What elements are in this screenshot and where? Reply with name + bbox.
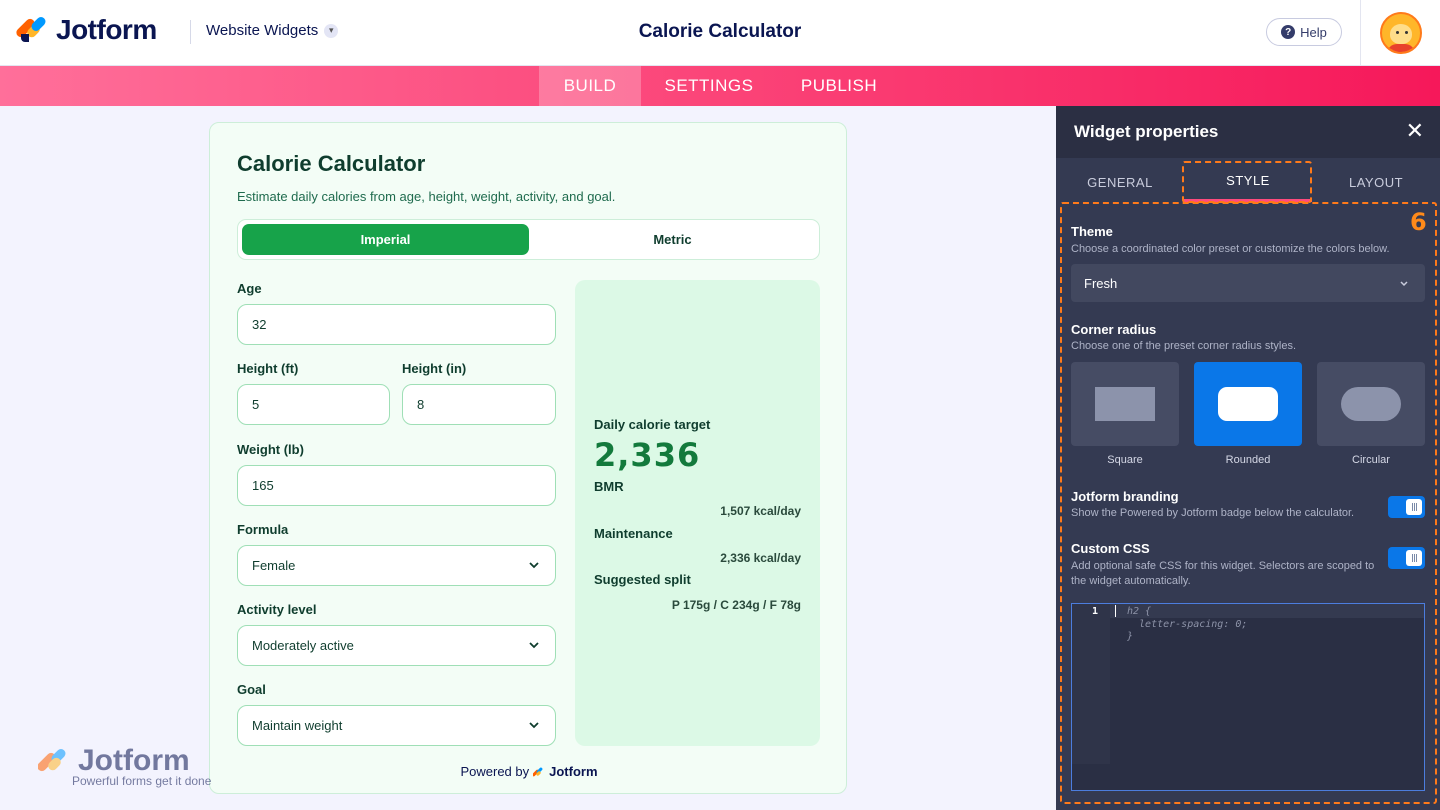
tab-layout[interactable]: LAYOUT	[1312, 162, 1440, 202]
chevron-down-icon	[1400, 281, 1408, 287]
code-line: }	[1127, 631, 1134, 642]
product-switcher[interactable]: Website Widgets ▾	[206, 22, 339, 39]
radius-circular-option[interactable]	[1317, 362, 1425, 446]
tab-general[interactable]: GENERAL	[1056, 162, 1184, 202]
toggle-knob	[1406, 499, 1422, 515]
jotform-logo-icon	[38, 749, 66, 772]
chevron-down-icon	[529, 562, 539, 569]
chevron-down-icon: ▾	[324, 23, 339, 38]
help-button[interactable]: ? Help	[1266, 18, 1342, 46]
result-panel: Daily calorie target 2,336 BMR 1,507 kca…	[575, 280, 820, 746]
top-bar: Jotform Website Widgets ▾ Calorie Calcul…	[0, 0, 1440, 66]
split-label: Suggested split	[594, 572, 691, 587]
square-shape-icon	[1095, 387, 1155, 421]
tab-settings[interactable]: SETTINGS	[654, 66, 764, 106]
radius-square-option[interactable]	[1071, 362, 1179, 446]
editor-gutter	[1072, 604, 1110, 764]
product-name: Website Widgets	[206, 22, 319, 39]
text-cursor	[1115, 605, 1116, 617]
theme-title: Theme	[1071, 224, 1113, 239]
formula-select[interactable]: Female	[237, 545, 556, 586]
panel-header: Widget properties ✕	[1056, 106, 1440, 158]
bmr-value: 1,507 kcal/day	[720, 504, 801, 518]
target-value: 2,336	[594, 436, 701, 474]
jotform-logo[interactable]: Jotform	[14, 14, 157, 46]
branding-toggle[interactable]	[1388, 496, 1425, 518]
css-code-editor[interactable]: 1 h2 { letter-spacing: 0; }	[1071, 603, 1425, 791]
height-in-label: Height (in)	[402, 361, 467, 376]
bmr-label: BMR	[594, 479, 624, 494]
radius-square-label: Square	[1107, 454, 1143, 466]
radius-circular-label: Circular	[1352, 454, 1390, 466]
toggle-knob	[1406, 550, 1422, 566]
step-number-badge: 6	[1410, 208, 1427, 236]
rounded-shape-icon	[1218, 387, 1278, 421]
goal-label: Goal	[237, 682, 266, 697]
powered-by-badge[interactable]: Powered by Jotform	[210, 764, 848, 779]
line-number: 1	[1092, 606, 1099, 617]
branding-desc: Show the Powered by Jotform badge below …	[1071, 507, 1355, 519]
chevron-down-icon	[529, 722, 539, 729]
corner-radius-desc: Choose one of the preset corner radius s…	[1071, 340, 1297, 352]
unit-toggle: Imperial Metric	[237, 219, 820, 260]
custom-css-toggle[interactable]	[1388, 547, 1425, 569]
activity-select[interactable]: Moderately active	[237, 625, 556, 666]
imperial-button[interactable]: Imperial	[242, 224, 529, 255]
builder-nav: BUILD SETTINGS PUBLISH	[0, 66, 1440, 106]
corner-radius-title: Corner radius	[1071, 322, 1157, 337]
calculator-widget: Calorie Calculator Estimate daily calori…	[209, 122, 847, 794]
height-ft-label: Height (ft)	[237, 361, 299, 376]
tab-publish[interactable]: PUBLISH	[790, 66, 888, 106]
custom-css-desc: Add optional safe CSS for this widget. S…	[1071, 560, 1375, 587]
help-label: Help	[1300, 24, 1327, 40]
formula-label: Formula	[237, 522, 289, 537]
user-avatar[interactable]	[1380, 12, 1422, 54]
maintenance-value: 2,336 kcal/day	[720, 551, 801, 565]
activity-label: Activity level	[237, 602, 317, 617]
header-right-divider	[1360, 0, 1361, 66]
goal-select[interactable]: Maintain weight	[237, 705, 556, 746]
chevron-down-icon	[529, 642, 539, 649]
question-icon: ?	[1281, 25, 1296, 39]
age-label: Age	[237, 281, 262, 296]
height-in-input[interactable]: 8	[402, 384, 556, 425]
code-line: letter-spacing: 0;	[1127, 619, 1248, 630]
weight-input[interactable]: 165	[237, 465, 556, 506]
radius-rounded-label: Rounded	[1225, 454, 1271, 466]
jotform-logo-icon	[14, 14, 48, 46]
tab-build[interactable]: BUILD	[539, 66, 641, 106]
jotform-logo-icon	[533, 767, 543, 776]
panel-title: Widget properties	[1074, 122, 1219, 141]
brand-name: Jotform	[56, 14, 157, 45]
header-divider	[190, 20, 191, 44]
theme-desc: Choose a coordinated color preset or cus…	[1071, 243, 1390, 255]
theme-select[interactable]: Fresh	[1071, 264, 1425, 302]
age-input[interactable]: 32	[237, 304, 556, 345]
custom-css-title: Custom CSS	[1071, 541, 1150, 556]
calculator-subtitle: Estimate daily calories from age, height…	[237, 189, 616, 204]
close-icon[interactable]: ✕	[1406, 120, 1424, 142]
height-ft-input[interactable]: 5	[237, 384, 390, 425]
weight-label: Weight (lb)	[237, 442, 304, 457]
maintenance-label: Maintenance	[594, 526, 673, 541]
calculator-title: Calorie Calculator	[237, 151, 426, 176]
target-label: Daily calorie target	[594, 417, 711, 432]
metric-button[interactable]: Metric	[529, 224, 816, 255]
branding-title: Jotform branding	[1071, 489, 1179, 504]
style-tab-highlight	[1182, 161, 1312, 203]
circular-shape-icon	[1341, 387, 1401, 421]
code-line: h2 {	[1127, 606, 1152, 617]
radius-rounded-option[interactable]	[1194, 362, 1302, 446]
split-value: P 175g / C 234g / F 78g	[671, 598, 801, 612]
